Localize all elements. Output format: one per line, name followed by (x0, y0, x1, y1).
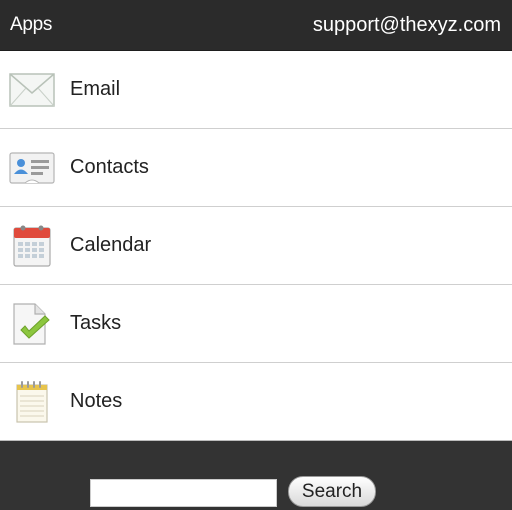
app-item-tasks[interactable]: Tasks (0, 285, 512, 363)
app-label-calendar: Calendar (70, 234, 152, 256)
app-label-notes: Notes (70, 390, 123, 412)
app-item-contacts[interactable]: Contacts (0, 129, 512, 207)
page-title: Apps (10, 14, 53, 35)
envelope-icon (8, 66, 56, 114)
account-email-link[interactable]: support@thexyz.com (313, 14, 501, 37)
search-footer: Search (0, 441, 512, 510)
search-button[interactable]: Search (288, 476, 376, 507)
contact-card-icon (8, 144, 56, 192)
app-item-calendar[interactable]: Calendar (0, 207, 512, 285)
search-input[interactable] (90, 479, 277, 507)
app-item-notes[interactable]: Notes (0, 363, 512, 441)
app-label-tasks: Tasks (70, 312, 122, 334)
notepad-icon (8, 378, 56, 426)
app-label-email: Email (70, 78, 121, 100)
apps-list: Email Contacts Calendar Tasks Notes (0, 50, 512, 441)
app-header: Apps support@thexyz.com (0, 0, 512, 50)
calendar-icon (8, 222, 56, 270)
app-item-email[interactable]: Email (0, 51, 512, 129)
task-check-icon (8, 300, 56, 348)
app-label-contacts: Contacts (70, 156, 149, 178)
